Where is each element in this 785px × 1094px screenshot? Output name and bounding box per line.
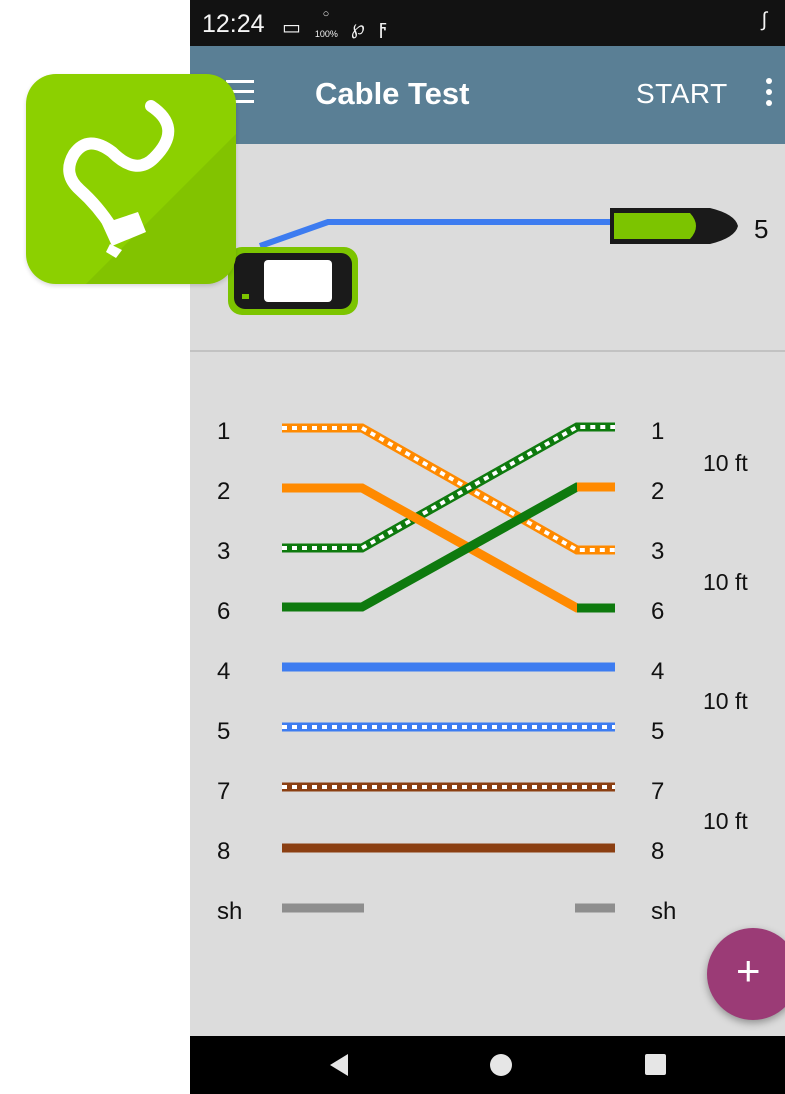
right-pin-label: 5 (651, 718, 665, 745)
pair-length-label: 10 ft (703, 808, 748, 834)
home-icon[interactable] (490, 1054, 512, 1076)
left-pin-label: 6 (217, 598, 231, 625)
right-pin-label: 1 (651, 418, 665, 445)
left-pin-label: 7 (217, 778, 231, 805)
left-pin-label: 8 (217, 838, 231, 865)
right-pin-label: 6 (651, 598, 665, 625)
recents-icon[interactable] (645, 1054, 666, 1075)
add-icon: + (736, 947, 761, 994)
left-pin-label: 2 (217, 478, 231, 505)
left-pin-label: 3 (217, 538, 231, 565)
right-pin-label: 4 (651, 658, 665, 685)
left-pin-label: 4 (217, 658, 231, 685)
cable-icon (63, 100, 236, 284)
right-pin-label: 7 (651, 778, 665, 805)
left-pin-label: 5 (217, 718, 231, 745)
wiremap-diagram (282, 422, 615, 913)
left-pin-label: 1 (217, 418, 231, 445)
right-pin-label: 2 (651, 478, 665, 505)
right-pin-label: sh (651, 898, 677, 925)
phone-screen: 12:24 ▭ ○100% ℘ ϝ ∫ Cable Test START 5 (190, 0, 785, 1094)
right-pin-label: 8 (651, 838, 665, 865)
pair-length-label: 10 ft (703, 450, 748, 476)
right-pin-label: 3 (651, 538, 665, 565)
cable-test-app-icon (26, 74, 236, 284)
navigation-bar (190, 1036, 785, 1094)
pair-length-label: 10 ft (703, 569, 748, 595)
pair-length-label: 10 ft (703, 688, 748, 714)
back-icon[interactable] (330, 1054, 348, 1076)
left-pin-label: sh (217, 898, 243, 925)
